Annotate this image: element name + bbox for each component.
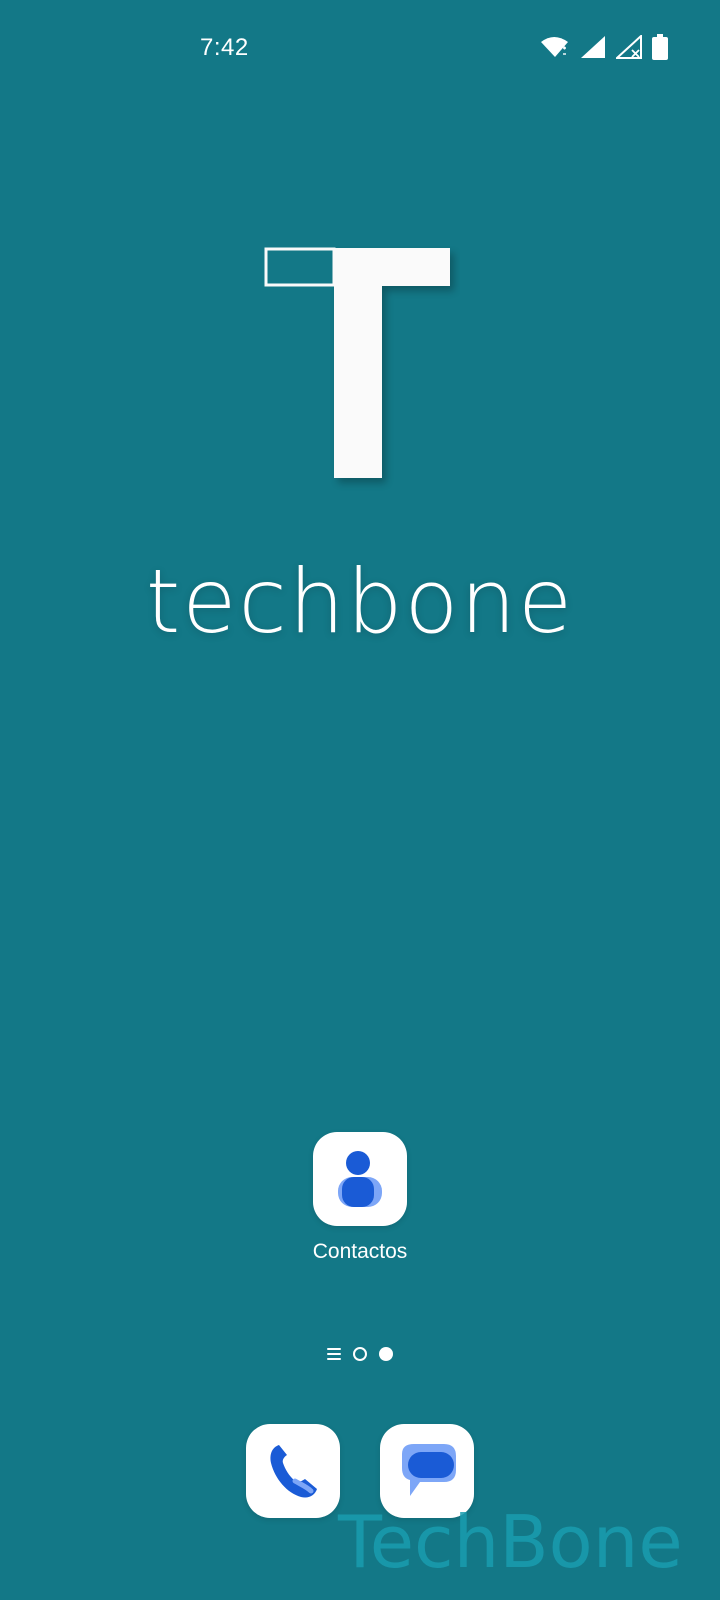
techbone-wordmark: techbone: [145, 550, 575, 653]
status-bar: 7:42: [0, 0, 720, 100]
techbone-watermark: TechBone: [338, 1500, 683, 1584]
techbone-t-logo-icon: [264, 247, 454, 483]
battery-icon: [652, 34, 668, 60]
wallpaper-logo: techbone: [0, 230, 720, 653]
messages-icon: [402, 1444, 456, 1496]
phone-icon: [270, 1445, 317, 1498]
signal-icon: [580, 35, 606, 59]
contacts-app-icon[interactable]: [313, 1132, 407, 1226]
page-dot-1[interactable]: [353, 1347, 367, 1361]
signal-no-sim-icon: [616, 35, 642, 59]
contacts-app[interactable]: Contactos: [313, 1132, 407, 1264]
dock-phone-app[interactable]: [246, 1424, 340, 1518]
page-indicator[interactable]: [0, 1347, 720, 1361]
app-list-icon[interactable]: [327, 1348, 341, 1360]
phone-app-icon[interactable]: [246, 1424, 340, 1518]
contacts-app-label: Contactos: [312, 1240, 408, 1263]
status-time: 7:42: [200, 34, 249, 61]
page-dot-2-active[interactable]: [379, 1347, 393, 1361]
contacts-icon: [338, 1151, 382, 1207]
status-icons: [540, 34, 668, 60]
wifi-icon: [540, 35, 570, 59]
